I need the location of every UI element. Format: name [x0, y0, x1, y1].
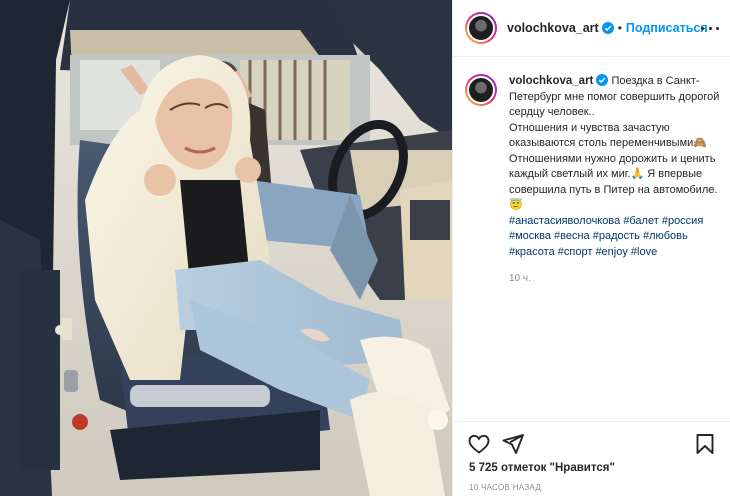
- hashtag-link[interactable]: #радость: [593, 230, 640, 242]
- caption-body: volochkova_art Поездка в Санкт-Петербург…: [509, 74, 721, 287]
- author-username[interactable]: volochkova_art: [507, 21, 614, 35]
- follow-button[interactable]: Подписаться: [626, 21, 708, 35]
- hashtag-link[interactable]: #анастасияволочкова: [509, 215, 620, 227]
- more-options-icon[interactable]: [701, 20, 719, 36]
- verified-badge-icon: [596, 74, 609, 86]
- author-username-text[interactable]: volochkova_art: [507, 21, 599, 35]
- paper-plane-icon[interactable]: [501, 432, 525, 456]
- caption-username[interactable]: volochkova_art: [509, 74, 609, 87]
- post-time-ago[interactable]: 10 ЧАСОВ НАЗАД: [469, 483, 541, 492]
- hashtag-link[interactable]: #спорт: [558, 246, 593, 258]
- hashtag-list: #анастасияволочкова #балет #россия #моск…: [509, 214, 721, 261]
- caption-row: volochkova_art Поездка в Санкт-Петербург…: [465, 74, 721, 287]
- bookmark-icon[interactable]: [693, 432, 717, 456]
- caption-avatar[interactable]: [465, 74, 497, 106]
- heart-icon[interactable]: [467, 432, 491, 456]
- action-bar: 5 725 отметок "Нравится" 10 ЧАСОВ НАЗАД: [453, 421, 730, 496]
- caption-text: Поездка в Санкт-Петербург мне помог сове…: [509, 75, 720, 211]
- hashtag-link[interactable]: #балет: [623, 215, 659, 227]
- caption-username-text[interactable]: volochkova_art: [509, 75, 593, 87]
- caption-area: volochkova_art Поездка в Санкт-Петербург…: [453, 58, 730, 421]
- hashtag-link[interactable]: #love: [631, 246, 657, 258]
- author-avatar[interactable]: [465, 12, 497, 44]
- post-header: volochkova_art • Подписаться: [453, 0, 730, 57]
- post-photo[interactable]: [0, 0, 452, 496]
- likes-count[interactable]: 5 725 отметок "Нравится": [469, 462, 615, 474]
- hashtag-link[interactable]: #россия: [662, 215, 703, 227]
- hashtag-link[interactable]: #enjoy: [595, 246, 627, 258]
- header-separator: •: [617, 21, 622, 35]
- photo-illustration: [0, 0, 452, 496]
- hashtag-link[interactable]: #любовь: [643, 230, 688, 242]
- caption-timestamp: 10 ч.: [509, 273, 531, 284]
- hashtag-link[interactable]: #красота: [509, 246, 555, 258]
- hashtag-link[interactable]: #москва: [509, 230, 551, 242]
- post-side-panel: volochkova_art • Подписаться volochkova_…: [452, 0, 730, 496]
- verified-badge-icon: [601, 22, 614, 34]
- instagram-post: volochkova_art • Подписаться volochkova_…: [0, 0, 730, 496]
- hashtag-link[interactable]: #весна: [554, 230, 590, 242]
